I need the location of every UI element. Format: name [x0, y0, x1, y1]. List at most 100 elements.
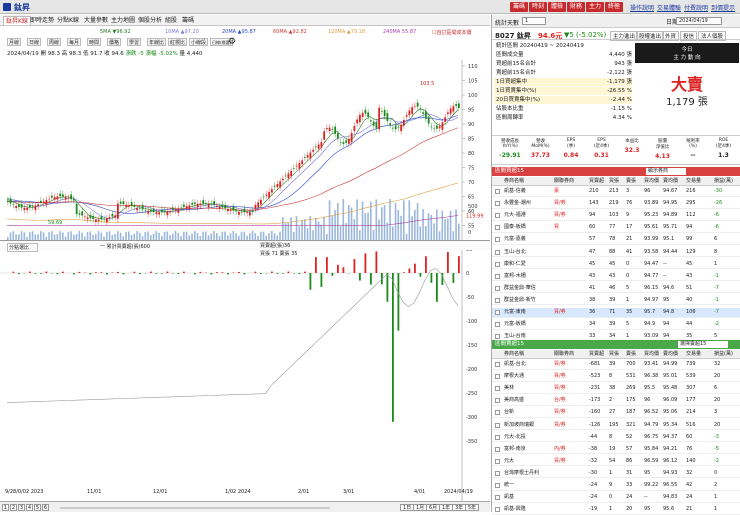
broker-name[interactable]: 富邦-木柵 — [504, 272, 526, 281]
row-checkbox[interactable] — [495, 459, 500, 464]
tab-checkup[interactable]: 體檢 — [548, 2, 566, 12]
broker-row[interactable]: 美商高盛台/券-17321759696.0917720 — [492, 396, 740, 406]
broker-row[interactable]: 凱基-興隆-191209595.6211 — [492, 505, 740, 515]
row-checkbox[interactable] — [495, 310, 500, 315]
broker-name[interactable]: 台新 — [504, 408, 514, 417]
broker-row[interactable]: 元大-北投-4485296.7594.3760-3 — [492, 433, 740, 443]
tool-yearratio[interactable]: 年線比 — [147, 38, 166, 46]
broker-name[interactable]: 元大-福港 — [504, 211, 526, 220]
gear-icon[interactable]: ⚙ — [228, 37, 236, 47]
row-checkbox[interactable] — [495, 374, 500, 379]
broker-row[interactable]: 永豐金-潮州買/券1432197693.8994.95295-26 — [492, 199, 740, 209]
tool-redmark[interactable]: 紅標比 — [168, 38, 187, 46]
row-checkbox[interactable] — [495, 250, 500, 255]
broker-name[interactable]: 美林 — [504, 384, 514, 393]
row-checkbox[interactable] — [495, 201, 500, 206]
row-checkbox[interactable] — [495, 447, 500, 452]
broker-name[interactable]: 凱基-台北 — [504, 360, 526, 369]
tab-realtime[interactable]: 即時走勢 — [28, 16, 56, 25]
tool-permonth[interactable]: 每月 — [67, 38, 81, 46]
row-checkbox[interactable] — [495, 435, 500, 440]
page-3[interactable]: 3 — [18, 504, 25, 511]
sell-broker-select[interactable]: 選擇賣超15 — [678, 341, 728, 348]
row-checkbox[interactable] — [495, 334, 500, 339]
broker-row[interactable]: 玉山-台北47884193.5894.441298 — [492, 248, 740, 258]
tab-chips[interactable]: 籌碼 — [180, 16, 196, 25]
broker-name[interactable]: 新加坡商瑞銀 — [504, 421, 534, 430]
tab-analysis[interactable]: 個股分析 — [136, 16, 164, 25]
broker-row[interactable]: 台新買/券-1602718796.5295.062143 — [492, 408, 740, 418]
broker-name[interactable]: 群益金鼎-新竹 — [504, 296, 536, 305]
row-checkbox[interactable] — [495, 483, 500, 488]
row-checkbox[interactable] — [495, 322, 500, 327]
subtab-main[interactable]: 主力進出 — [610, 31, 638, 41]
custom-range-cost[interactable]: ☐自訂區間成本價 — [432, 29, 471, 36]
subtab-foreign[interactable]: 外資 — [662, 31, 679, 41]
broker-name[interactable]: 台灣摩根士丹利 — [504, 469, 539, 478]
alert-link[interactable]: 到價提示 — [711, 3, 735, 12]
broker-row[interactable]: 元富-嘉義57782193.9995.1996 — [492, 235, 740, 245]
tool-learn[interactable]: 學習 — [127, 38, 141, 46]
subtab-equity[interactable]: 股權進出 — [636, 31, 664, 41]
broker-row[interactable]: 凱基-台北買/券-6813970093.4194.9973932 — [492, 360, 740, 370]
row-checkbox[interactable] — [495, 298, 500, 303]
tool-price[interactable]: 價格 — [107, 38, 121, 46]
tab-branch-k[interactable]: 分點K線 — [55, 16, 81, 25]
row-checkbox[interactable] — [495, 471, 500, 476]
broker-row[interactable]: 美林買/券-2313826995.595.483076 — [492, 384, 740, 394]
broker-row[interactable]: 康和-仁愛4545094.47--451 — [492, 260, 740, 270]
broker-name[interactable]: 摩根大通 — [504, 372, 524, 381]
page-1[interactable]: 1 — [2, 504, 9, 511]
broker-name[interactable]: 富邦-南京 — [504, 445, 526, 454]
broker-row[interactable]: 富邦-南京內/券-38195795.8494.2176-5 — [492, 445, 740, 455]
broker-row[interactable]: 摩根大通買/券-523853196.3895.0153920 — [492, 372, 740, 382]
broker-row[interactable]: 國泰-板橋買60771795.6195.7194-6 — [492, 223, 740, 233]
tab-chip[interactable]: 籌碼 — [510, 2, 528, 12]
row-checkbox[interactable] — [495, 237, 500, 242]
tool-time[interactable]: 時間 — [87, 38, 101, 46]
branch-select[interactable]: 分點選比 — [7, 243, 38, 252]
broker-name[interactable]: 國泰-板橋 — [504, 223, 526, 232]
tool-day[interactable]: 日線 — [27, 38, 41, 46]
row-checkbox[interactable] — [495, 398, 500, 403]
trade-link[interactable]: 交易體驗 — [657, 3, 681, 12]
broker-name[interactable]: 元富-嘉義 — [504, 235, 526, 244]
row-checkbox[interactable] — [495, 410, 500, 415]
broker-row[interactable]: 新加坡商瑞銀買/券-12619532194.7995.3451620 — [492, 421, 740, 431]
row-checkbox[interactable] — [495, 507, 500, 512]
help-link[interactable]: 操作說明 — [630, 3, 654, 12]
broker-name[interactable]: 凱基-興隆 — [504, 505, 526, 514]
broker-name[interactable]: 元富-板橋 — [504, 320, 526, 329]
row-checkbox[interactable] — [495, 225, 500, 230]
row-checkbox[interactable] — [495, 423, 500, 428]
broker-row[interactable]: 元富-板橋3439594.99444-2 — [492, 320, 740, 330]
tab-main-map[interactable]: 主力地圖 — [109, 16, 137, 25]
date-input[interactable]: 2024/04/19 — [676, 17, 722, 25]
broker-name[interactable]: 群益金鼎-華信 — [504, 284, 536, 293]
subtab-inst[interactable]: 法人個股 — [698, 31, 726, 41]
broker-name[interactable]: 美商高盛 — [504, 396, 524, 405]
row-checkbox[interactable] — [495, 386, 500, 391]
broker-name[interactable]: 玉山-台北 — [504, 248, 526, 257]
tab-kline[interactable]: 鈦昇K線 — [3, 16, 31, 25]
broker-row[interactable]: 凱基-24024--94.83241 — [492, 493, 740, 503]
broker-row[interactable]: 凱基-信義豪21021339694.67216-30 — [492, 187, 740, 197]
row-checkbox[interactable] — [495, 274, 500, 279]
page-6[interactable]: 6 — [42, 504, 49, 511]
row-checkbox[interactable] — [495, 495, 500, 500]
tool-week[interactable]: 周線 — [47, 38, 61, 46]
broker-name[interactable]: 元大 — [504, 457, 514, 466]
broker-row[interactable]: 台灣摩根士丹利-301319594.93320 — [492, 469, 740, 479]
price-chart[interactable]: 1101051009590858075706560555000 119.9950… — [0, 60, 490, 501]
row-checkbox[interactable] — [495, 286, 500, 291]
row-checkbox[interactable] — [495, 189, 500, 194]
buy-broker-select[interactable]: 顯示券商 — [646, 168, 686, 175]
days-select[interactable]: 1 — [522, 17, 546, 25]
subtab-trust[interactable]: 投信 — [680, 31, 697, 41]
page-2[interactable]: 2 — [10, 504, 17, 511]
broker-name[interactable]: 統一 — [504, 481, 514, 490]
broker-name[interactable]: 元大-北投 — [504, 433, 526, 442]
page-4[interactable]: 4 — [26, 504, 33, 511]
range-5y[interactable]: 5年 — [465, 504, 479, 511]
scroll-track[interactable] — [60, 507, 330, 509]
